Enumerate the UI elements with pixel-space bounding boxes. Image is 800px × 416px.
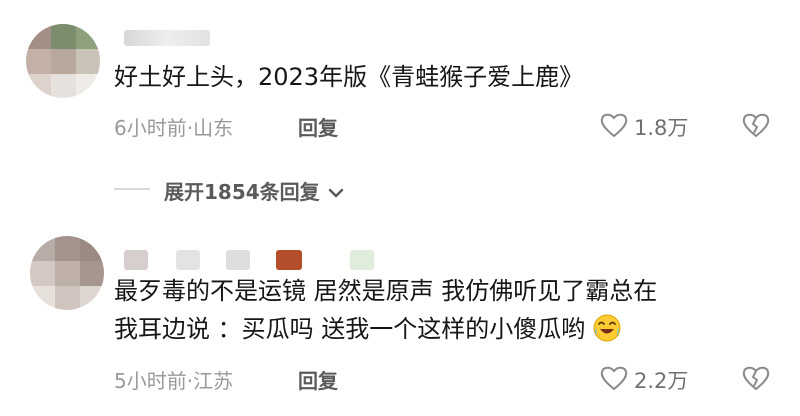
comment-location: 江苏 [193, 369, 234, 393]
broken-heart-icon[interactable] [742, 365, 770, 391]
comment-text-line: 我耳边说 ：买瓜吗 送我一个这样的小傻瓜哟 [114, 310, 621, 348]
laughing-emoji-icon [593, 314, 621, 342]
comment-item: 最歹毒的不是运镜 居然是原声 我仿佛听见了霸总在 我耳边说 ：买瓜吗 送我一个这… [0, 0, 800, 416]
comment-meta: 5小时前·江苏 [114, 369, 234, 393]
reply-button[interactable]: 回复 [298, 365, 338, 394]
like-count: 2.2万 [634, 369, 689, 393]
avatar[interactable] [30, 236, 104, 310]
comment-text-line: 最歹毒的不是运镜 居然是原声 我仿佛听见了霸总在 [114, 277, 658, 305]
heart-icon[interactable] [600, 365, 628, 391]
comment-time: 5小时前 [114, 369, 187, 393]
